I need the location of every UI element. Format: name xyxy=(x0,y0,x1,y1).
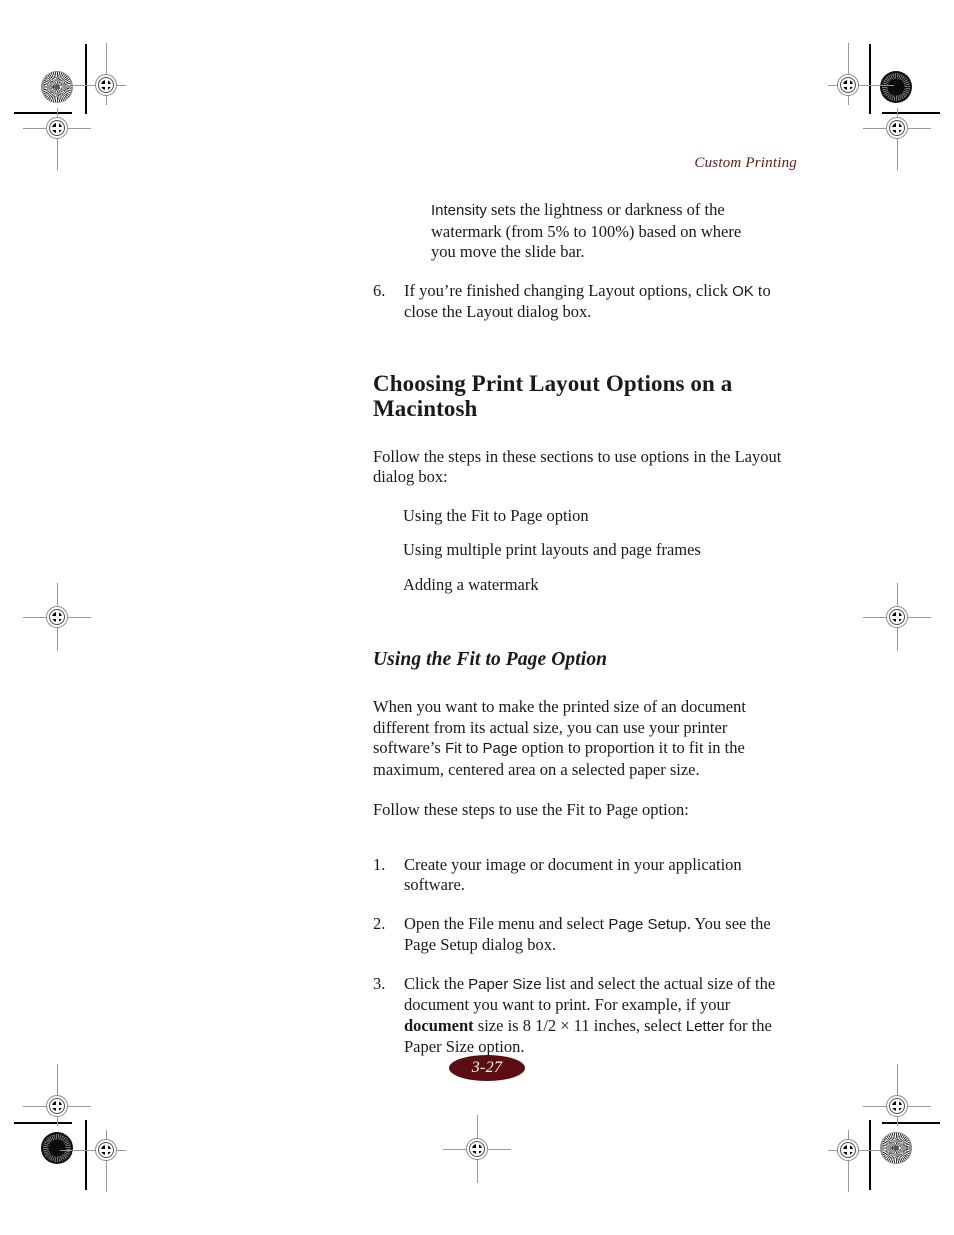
trim-line-top-right-horizontal xyxy=(882,112,940,114)
fit-to-page-label: Fit to Page xyxy=(444,740,518,757)
page-number-badge: 3-27 xyxy=(449,1055,525,1081)
page-setup-label: Page Setup xyxy=(608,915,687,933)
trim-line-bottom-right-vertical xyxy=(869,1120,871,1190)
list-item-step-6: 6. If you’re finished changing Layout opt… xyxy=(373,281,793,323)
halftone-star-mark-top-right xyxy=(880,71,912,103)
paper-size-label: Paper Size xyxy=(468,975,542,993)
intensity-term: Intensity xyxy=(431,202,487,219)
step-1-text: Create your image or document in your ap… xyxy=(404,854,742,895)
bullet-item-2: Adding a watermark xyxy=(403,574,539,594)
subsection-heading: Using the Fit to Page Option xyxy=(373,649,608,670)
step-1-number: 1. xyxy=(373,854,386,874)
halftone-star-mark-bottom-right xyxy=(880,1132,912,1164)
step-3-text-before: Click the xyxy=(404,973,469,993)
bullet-item-1: Using multiple print layouts and page fr… xyxy=(403,540,701,559)
intensity-note: Intensity sets the lightness or darkness… xyxy=(431,200,761,263)
text-column: Intensity sets the lightness or darkness… xyxy=(373,200,793,1058)
trim-line-top-right-vertical xyxy=(869,44,871,114)
letter-label: Letter xyxy=(685,1017,725,1035)
section-heading: Choosing Print Layout Options on a Macin… xyxy=(373,370,733,421)
trim-line-top-left-horizontal xyxy=(14,112,72,114)
trim-line-bottom-left-horizontal xyxy=(14,1122,72,1124)
list-item-step-2: 2. Open the File menu and select Page Set… xyxy=(373,914,793,956)
trim-line-bottom-right-horizontal xyxy=(882,1122,940,1124)
halftone-star-mark-top-left xyxy=(41,71,73,103)
list-item-step-1: 1. Create your image or document in your … xyxy=(373,855,793,896)
section-intro-paragraph: Follow the steps in these sections to us… xyxy=(373,446,782,487)
document-page: Custom Printing Intensity sets the light… xyxy=(0,0,954,1235)
running-head: Custom Printing xyxy=(694,155,797,171)
step-6-text-before: If you’re finished changing Layout optio… xyxy=(404,280,733,300)
bullet-item-0: Using the Fit to Page option xyxy=(403,505,589,525)
step-3-number: 3. xyxy=(373,973,386,993)
list-item-step-3: 3. Click the Paper Size list and select t… xyxy=(373,974,793,1058)
subsection-paragraph-2: Follow these steps to use the Fit to Pag… xyxy=(373,800,689,819)
trim-line-bottom-left-vertical xyxy=(85,1120,87,1190)
step-3-text-mid-2: size is 8 1/2 × 11 inches, select xyxy=(473,1015,686,1035)
trim-line-top-left-vertical xyxy=(85,44,87,114)
step-2-text-before: Open the File menu and select xyxy=(404,913,609,933)
subsection-paragraph-1: When you want to make the printed size o… xyxy=(373,697,793,780)
halftone-star-mark-bottom-left xyxy=(41,1132,73,1164)
ok-button-label: OK xyxy=(732,282,754,300)
step-6-number: 6. xyxy=(373,280,386,300)
step-2-number: 2. xyxy=(373,913,386,933)
document-emphasis: document xyxy=(404,1015,474,1035)
